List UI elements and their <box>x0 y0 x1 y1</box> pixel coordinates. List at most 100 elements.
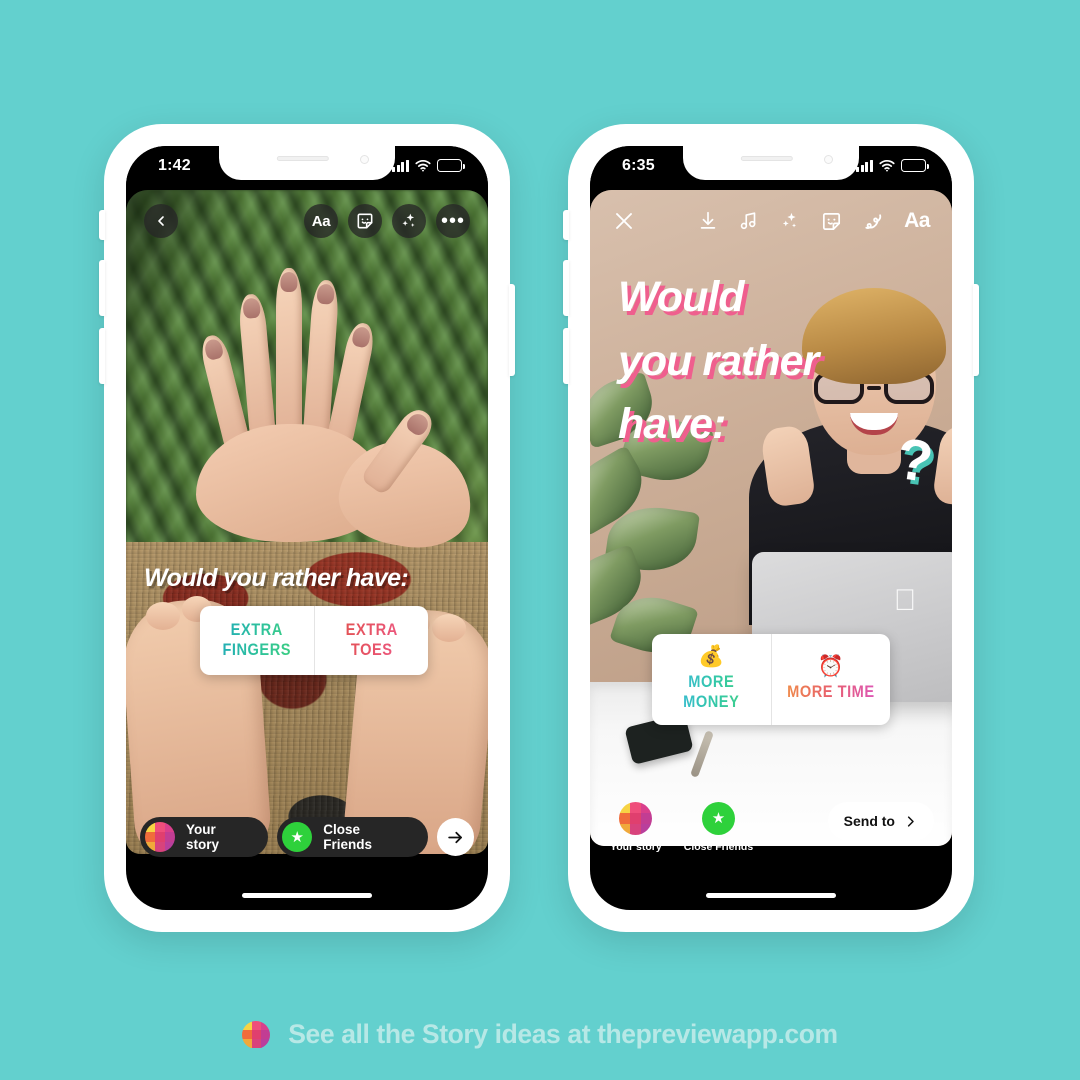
poll-option-label: MORE TIME <box>786 682 875 702</box>
effects-button-right[interactable] <box>779 210 801 232</box>
draw-squiggle-icon <box>865 213 882 229</box>
poll-option[interactable]: EXTRA FINGERS <box>200 606 314 675</box>
home-indicator-left[interactable] <box>242 893 372 898</box>
send-next-button-left[interactable] <box>436 818 474 856</box>
save-button-right[interactable] <box>697 210 719 232</box>
battery-icon <box>901 159 929 172</box>
close-friends-star-icon: ★ <box>282 822 313 852</box>
your-story-label: Your story <box>186 822 220 852</box>
poll-option[interactable]: 💰 MORE MONEY <box>652 634 771 725</box>
glasses-bridge <box>867 385 882 390</box>
close-x-icon <box>616 213 632 229</box>
your-story-label: Your story <box>610 841 662 853</box>
power-button-right[interactable] <box>973 284 979 376</box>
sparkles-icon <box>782 212 797 228</box>
send-to-label: Send to <box>843 813 895 829</box>
text-aa-icon: Aa <box>904 209 930 232</box>
battery-icon <box>437 159 465 172</box>
volume-down-button-right[interactable] <box>563 328 569 384</box>
close-friends-button-right[interactable]: ★ Close Friends <box>684 802 753 853</box>
volume-up-button-right[interactable] <box>563 260 569 316</box>
music-note-icon <box>740 212 756 230</box>
close-friends-label: Close Friends <box>683 841 754 853</box>
fingernail <box>203 337 225 362</box>
alarm-clock-icon: ⏰ <box>817 655 844 679</box>
apple-logo-icon:  <box>892 585 918 616</box>
chevron-right-icon <box>907 815 914 827</box>
power-button-left[interactable] <box>509 284 515 376</box>
your-story-button-left[interactable]: Your story <box>140 817 269 857</box>
story-toolbar-right: Aa <box>590 190 952 252</box>
finger <box>276 268 302 444</box>
footer-text: See all the Story ideas at thepreviewapp… <box>288 1019 838 1049</box>
more-options-button-left[interactable]: ••• <box>436 204 470 238</box>
fingernail <box>350 325 372 349</box>
wifi-icon <box>879 159 895 172</box>
home-indicator-right[interactable] <box>706 893 836 898</box>
arrow-right-icon <box>448 831 462 843</box>
text-tool-button-left[interactable]: Aa <box>304 204 338 238</box>
headline-line: have: <box>618 400 726 449</box>
sticker-tool-button-left[interactable] <box>348 204 382 238</box>
earpiece-speaker <box>276 156 329 161</box>
send-to-button[interactable]: Send to <box>827 802 934 840</box>
text-aa-icon: Aa <box>311 212 331 230</box>
earpiece-speaker <box>740 156 793 161</box>
story-headline-right[interactable]: Would you rather have: <box>618 266 819 457</box>
front-camera <box>360 155 369 164</box>
smiling-mouth <box>850 412 899 435</box>
volume-up-button-left[interactable] <box>99 260 105 316</box>
phone-screen-left: Aa ••• Would you rather have: EXTRA FING… <box>126 146 488 910</box>
story-tool-group-right: Aa <box>697 209 930 233</box>
silent-switch-right[interactable] <box>563 210 569 240</box>
text-button-right[interactable]: Aa <box>904 209 930 233</box>
close-friends-label: Close Friends <box>323 822 373 852</box>
story-toolbar-left: Aa ••• <box>126 190 488 252</box>
poll-option[interactable]: ⏰ MORE TIME <box>770 634 891 726</box>
chevron-left-icon <box>158 216 164 226</box>
share-bar-right: Your story ★ Close Friends Send to <box>590 790 952 874</box>
status-icons-right <box>856 159 929 172</box>
story-canvas-left[interactable]: Aa ••• Would you rather have: EXTRA FING… <box>126 190 488 854</box>
download-icon <box>700 211 716 229</box>
question-mark-sticker[interactable]: ? <box>892 426 936 495</box>
poll-option[interactable]: EXTRA TOES <box>313 606 429 676</box>
toe <box>146 602 180 630</box>
fingernail <box>316 283 335 305</box>
effects-tool-button-left[interactable] <box>392 204 426 238</box>
fingernail <box>242 297 262 319</box>
status-time-left: 1:42 <box>158 157 191 174</box>
sticker-icon <box>823 212 841 230</box>
status-time-right: 6:35 <box>622 157 655 174</box>
money-bag-icon: 💰 <box>698 645 725 668</box>
sticker-icon <box>357 213 373 229</box>
phone-mockup-right:  <box>563 124 979 932</box>
back-button-left[interactable] <box>144 204 178 238</box>
notch-left <box>219 146 395 180</box>
headline-line: you rather <box>618 336 819 385</box>
story-photo-hands <box>126 190 488 854</box>
poll-option-label: MORE MONEY <box>665 672 757 712</box>
story-headline-left[interactable]: Would you rather have: <box>144 564 409 593</box>
fingernail <box>280 272 298 292</box>
poll-sticker-right[interactable]: 💰 MORE MONEY ⏰ MORE TIME <box>652 634 891 726</box>
music-button-right[interactable] <box>738 210 760 232</box>
sticker-button-right[interactable] <box>820 210 843 233</box>
story-tool-group-left: Aa ••• <box>304 204 470 238</box>
close-friends-button-left[interactable]: ★ Close Friends <box>277 817 428 857</box>
wifi-icon <box>415 159 431 172</box>
poll-sticker-left[interactable]: EXTRA FINGERS EXTRA TOES <box>200 606 429 676</box>
poll-option-label: EXTRA FINGERS <box>213 620 300 660</box>
phone-screen-right:  <box>590 146 952 910</box>
close-button-right[interactable] <box>612 209 636 233</box>
notch-right <box>683 146 859 180</box>
draw-button-right[interactable] <box>862 210 885 233</box>
your-story-button-right[interactable]: Your story <box>610 802 662 853</box>
phone-mockup-left: Aa ••• Would you rather have: EXTRA FING… <box>99 124 515 932</box>
footer-promo: See all the Story ideas at thepreviewapp… <box>0 1019 1080 1050</box>
volume-down-button-left[interactable] <box>99 328 105 384</box>
share-bar-left: Your story ★ Close Friends <box>126 808 488 866</box>
blonde-hair <box>802 288 947 385</box>
silent-switch-left[interactable] <box>99 210 105 240</box>
story-canvas-right[interactable]:  <box>590 190 952 846</box>
